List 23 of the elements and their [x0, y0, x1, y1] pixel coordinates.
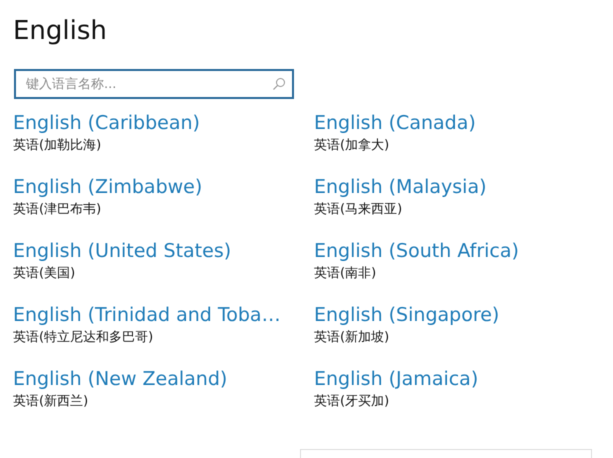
language-name[interactable]: English (United States) — [13, 238, 314, 264]
language-native-name: 英语(马来西亚) — [314, 201, 404, 219]
language-native-name: 英语(南非) — [314, 265, 378, 283]
language-name[interactable]: English (Caribbean) — [13, 110, 314, 136]
language-native-name: 英语(加拿大) — [314, 137, 390, 155]
language-name[interactable]: English (Trinidad and Toba… — [13, 302, 314, 328]
language-name[interactable]: English (South Africa) — [314, 238, 604, 264]
language-name[interactable]: English (Malaysia) — [314, 174, 604, 200]
language-native-name: 英语(津巴布韦) — [13, 201, 102, 219]
search-icon — [272, 77, 286, 91]
page-title: English — [13, 15, 108, 48]
language-native-name: 英语(加勒比海) — [13, 137, 102, 155]
language-name[interactable]: English (Canada) — [314, 110, 604, 136]
language-name[interactable]: English (Jamaica) — [314, 366, 604, 392]
language-name[interactable]: English (New Zealand) — [13, 366, 314, 392]
search-field[interactable]: 键入语言名称... — [14, 69, 294, 99]
language-native-name: 英语(特立尼达和多巴哥) — [13, 329, 154, 347]
language-name[interactable]: English (Zimbabwe) — [13, 174, 314, 200]
language-native-name: 英语(牙买加) — [314, 393, 390, 411]
language-name[interactable]: English (Singapore) — [314, 302, 604, 328]
language-native-name: 英语(美国) — [13, 265, 76, 283]
language-native-name: 英语(新加坡) — [314, 329, 390, 347]
language-native-name: 英语(新西兰) — [13, 393, 90, 411]
